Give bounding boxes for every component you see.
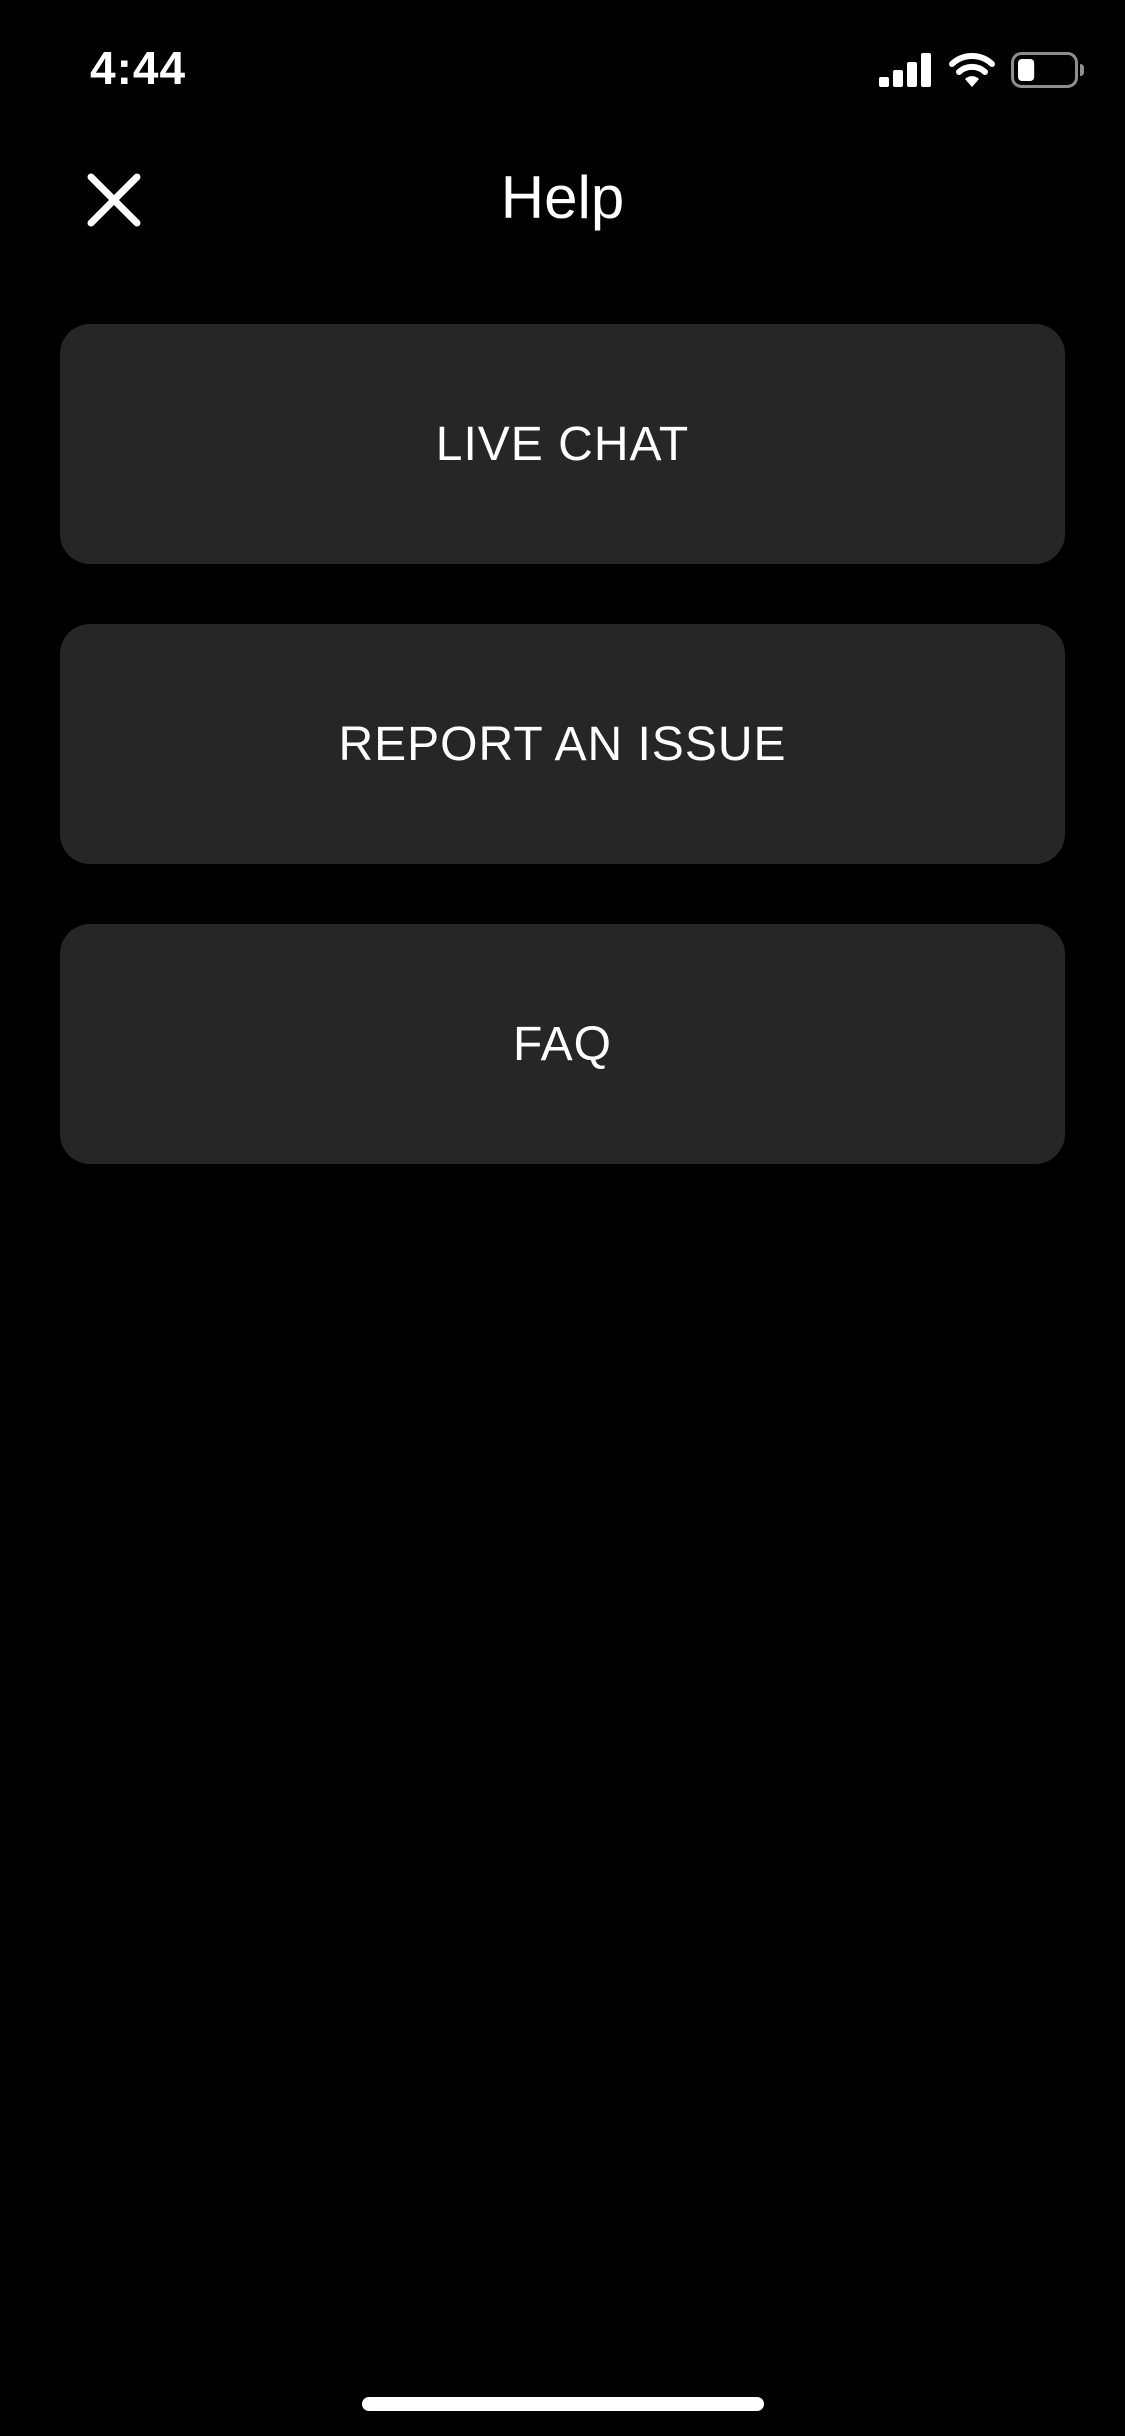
header: Help (0, 150, 1125, 250)
wifi-icon (949, 53, 995, 87)
battery-icon (1011, 52, 1084, 88)
home-indicator[interactable] (362, 2397, 764, 2411)
live-chat-button[interactable]: LIVE CHAT (60, 324, 1065, 564)
live-chat-label: LIVE CHAT (435, 417, 690, 471)
faq-button[interactable]: FAQ (60, 924, 1065, 1164)
signal-icon (879, 53, 931, 87)
page-title: Help (500, 164, 625, 231)
report-issue-label: REPORT AN ISSUE (338, 717, 787, 771)
status-icons (879, 50, 1085, 90)
status-bar: 4:44 (0, 0, 1125, 132)
report-issue-button[interactable]: REPORT AN ISSUE (60, 624, 1065, 864)
status-time: 4:44 (90, 42, 187, 94)
help-menu: LIVE CHAT REPORT AN ISSUE FAQ (60, 324, 1065, 1164)
faq-label: FAQ (512, 1017, 613, 1071)
